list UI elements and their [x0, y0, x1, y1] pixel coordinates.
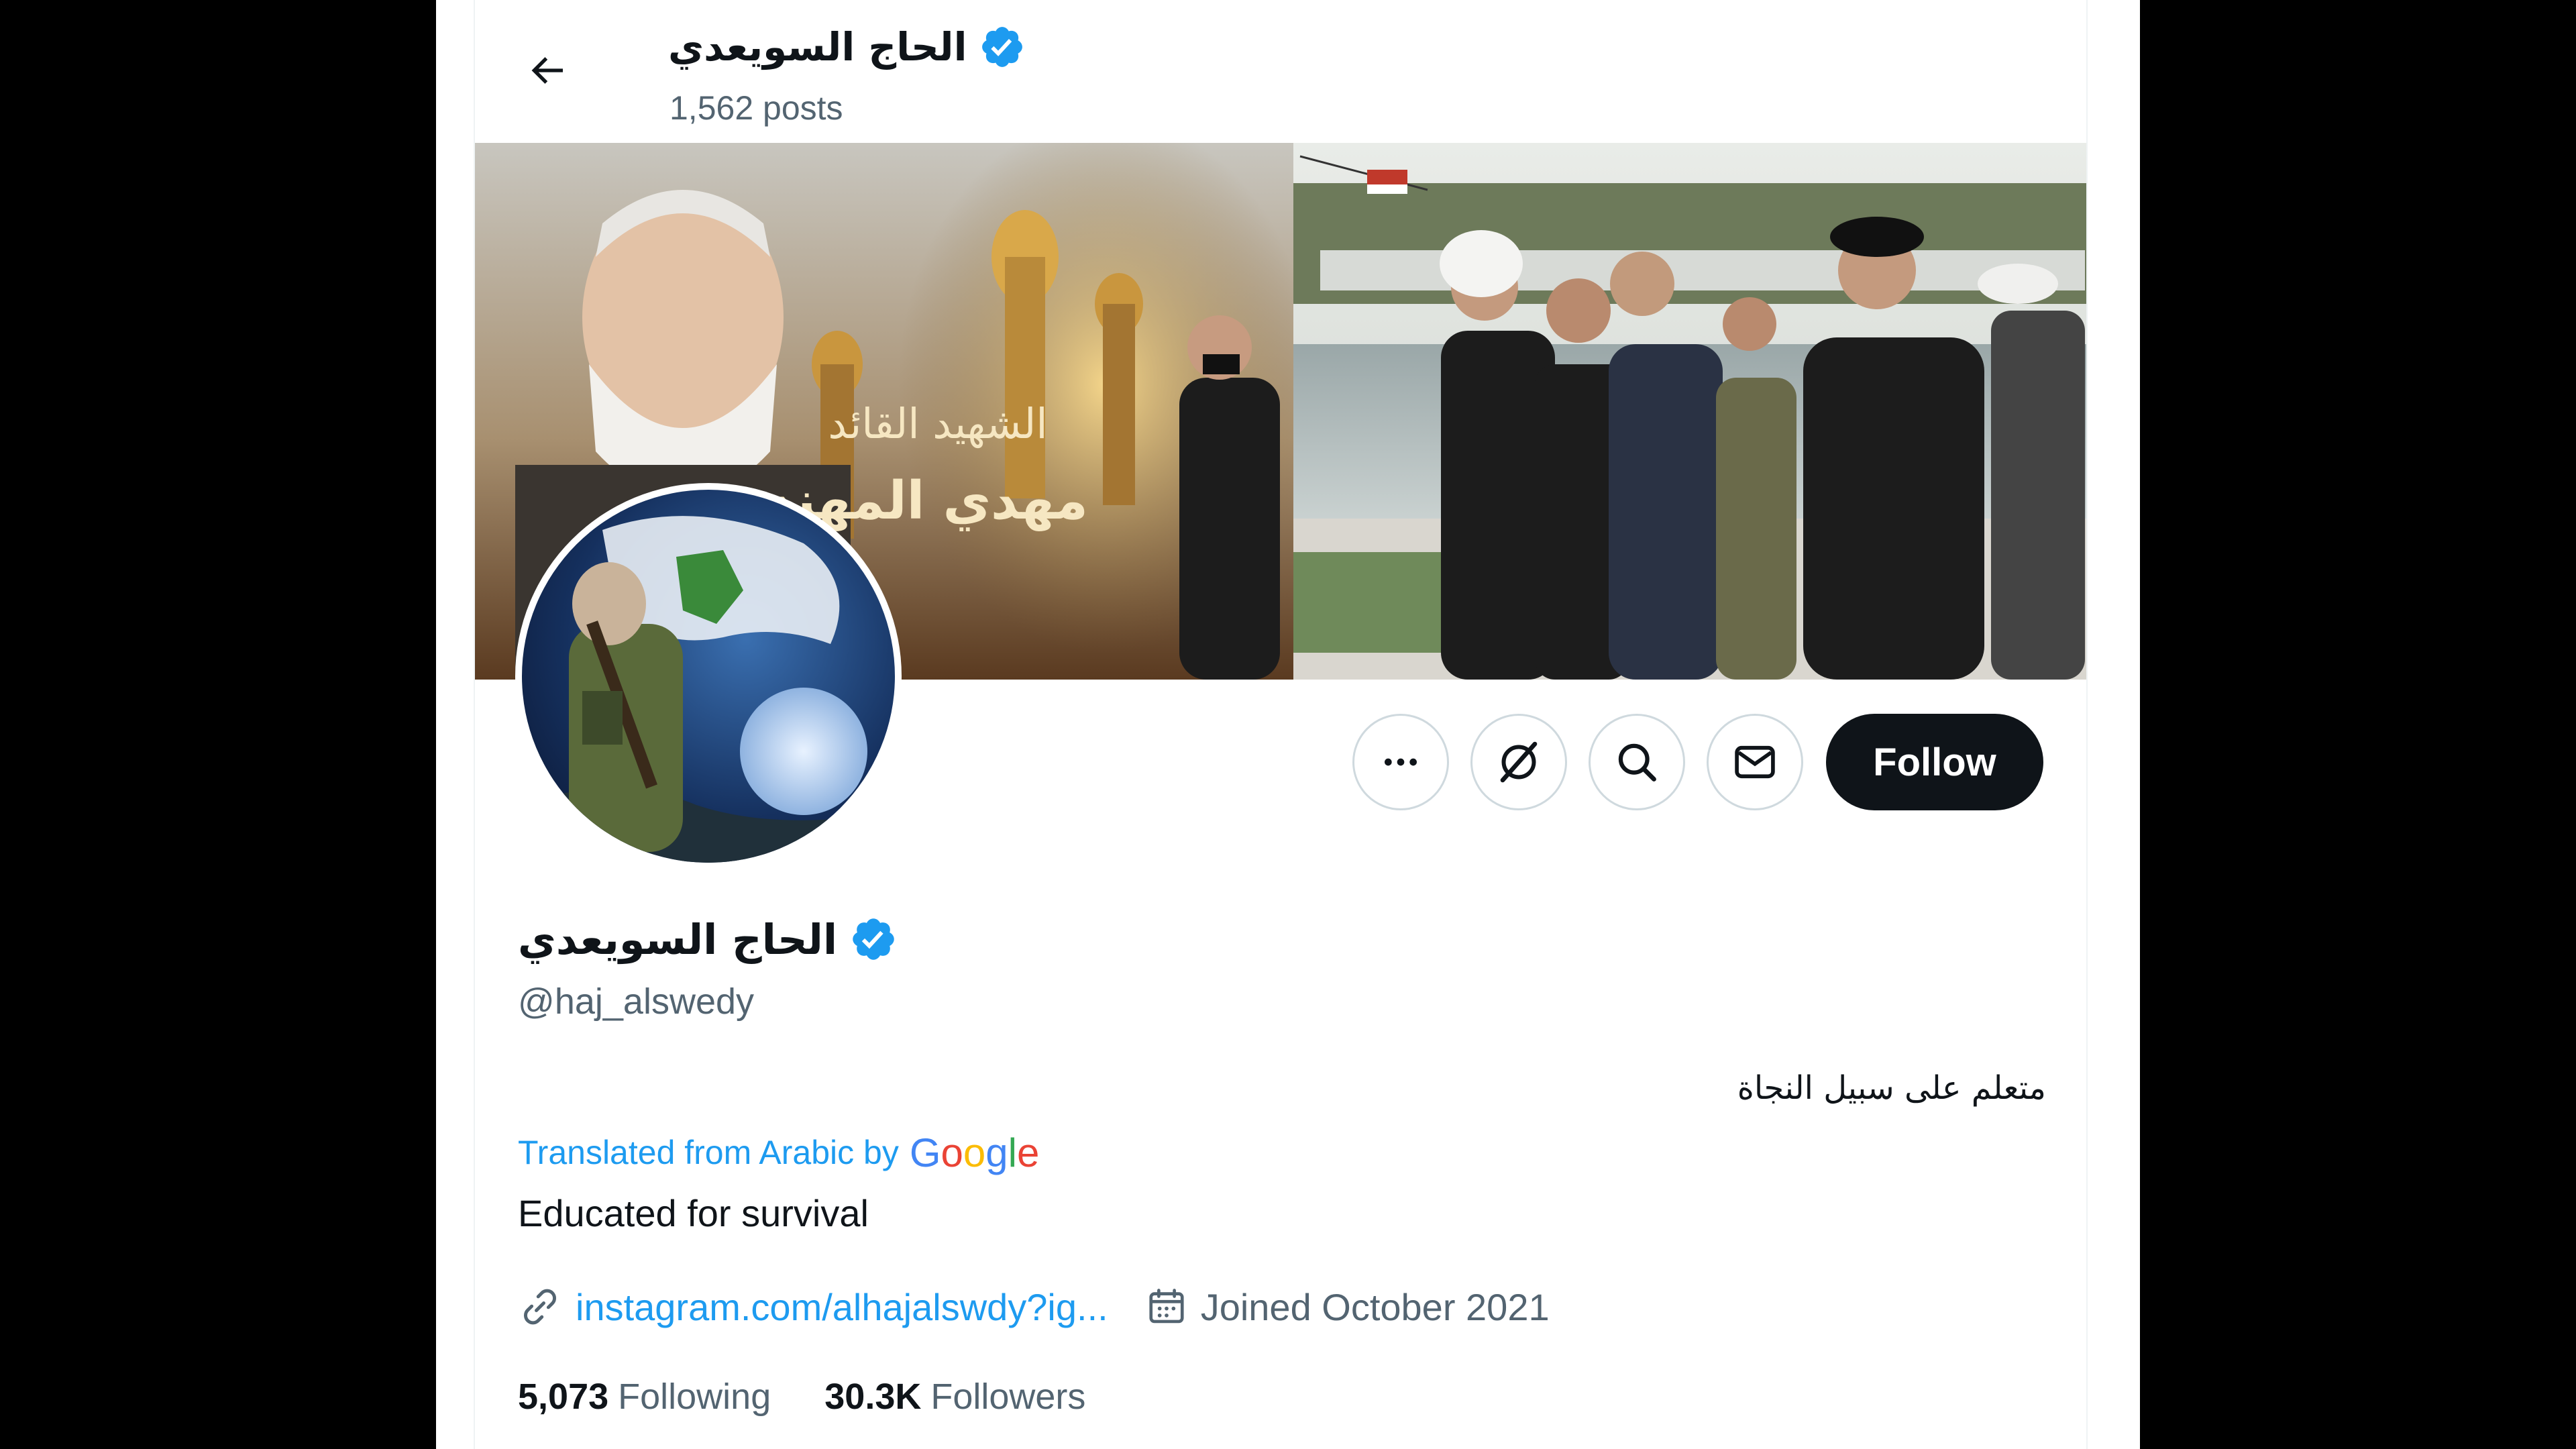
grok-slash-icon: [1500, 741, 1538, 783]
verified-badge-icon: [982, 27, 1023, 67]
header-name-text: الحاج السويعدي: [668, 24, 967, 70]
followers-stat[interactable]: 30.3K Followers: [824, 1376, 1085, 1417]
profile-stats: 5,073 Following 30.3K Followers: [518, 1371, 1139, 1422]
followers-label: Followers: [930, 1377, 1086, 1417]
google-logo: Google: [909, 1130, 1040, 1175]
message-button[interactable]: [1707, 714, 1803, 810]
following-count: 5,073: [518, 1377, 609, 1417]
link-icon: [524, 1289, 556, 1325]
profile-handle: @haj_alswedy: [518, 981, 755, 1022]
more-dots-icon: [1385, 758, 1417, 766]
profile-name-text: الحاج السويعدي: [518, 914, 838, 964]
banner-text-1: الشهيد القائد: [828, 399, 1047, 449]
bio-translated: Educated for survival: [518, 1192, 869, 1234]
avatar-image: [522, 490, 895, 863]
following-stat[interactable]: 5,073 Following: [518, 1376, 771, 1417]
envelope-icon: [1735, 745, 1775, 779]
more-options-button[interactable]: [1352, 714, 1449, 810]
profile-meta: instagram.com/alhajalswdy?ig... Joined O…: [518, 1280, 1587, 1334]
profile-display-name: الحاج السويعدي: [518, 907, 898, 971]
followers-count: 30.3K: [824, 1377, 922, 1417]
bio-original: متعلم على سبيل النجاة: [1737, 1069, 2046, 1107]
profile-avatar[interactable]: [515, 483, 902, 869]
profile-link-text[interactable]: instagram.com/alhajalswdy?ig...: [576, 1285, 1108, 1329]
header-display-name: الحاج السويعدي: [668, 19, 1026, 75]
translated-prefix: Translated from Arabic by: [518, 1134, 899, 1171]
profile-link[interactable]: instagram.com/alhajalswdy?ig...: [518, 1285, 1108, 1329]
verified-badge-icon[interactable]: [849, 915, 898, 963]
joined-date: Joined October 2021: [1146, 1285, 1550, 1329]
post-count: 1,562 posts: [669, 89, 843, 127]
follow-button[interactable]: Follow: [1826, 714, 2043, 810]
calendar-icon: [1149, 1289, 1184, 1324]
search-profile-button[interactable]: [1589, 714, 1685, 810]
arrow-left-icon: [531, 57, 563, 84]
joined-text: Joined October 2021: [1200, 1285, 1550, 1328]
search-icon: [1618, 743, 1656, 782]
translation-attribution[interactable]: Translated from Arabic by Google: [518, 1127, 1039, 1178]
grok-button[interactable]: [1470, 714, 1567, 810]
following-label: Following: [618, 1377, 771, 1417]
back-button[interactable]: [517, 40, 577, 101]
